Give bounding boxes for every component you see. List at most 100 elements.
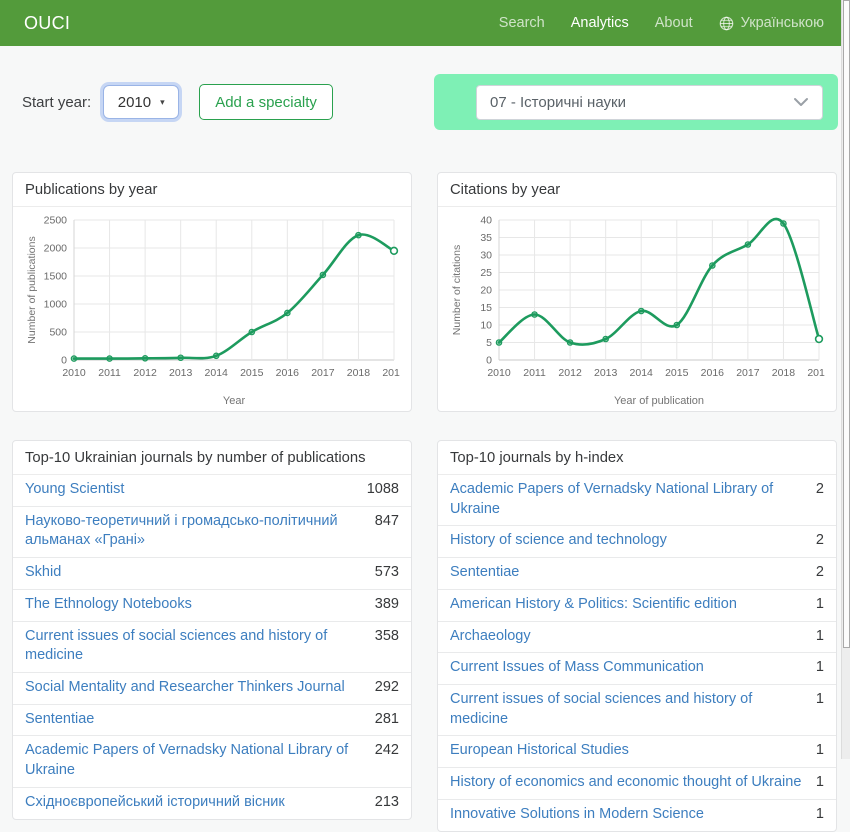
journal-link[interactable]: The Ethnology Notebooks xyxy=(25,595,206,615)
svg-text:2014: 2014 xyxy=(630,367,654,379)
language-label: Українською xyxy=(741,15,824,31)
specialty-selected-value: 07 - Історичні науки xyxy=(490,94,793,111)
tables-row: Top-10 Ukrainian journals by number of p… xyxy=(0,440,850,832)
filters-bar: Start year: 2010 ▾ Add a specialty 07 - … xyxy=(0,74,850,130)
table-rows: Academic Papers of Vernadsky National Li… xyxy=(438,475,836,831)
scrollbar-thumb[interactable] xyxy=(843,0,850,648)
journal-link[interactable]: Young Scientist xyxy=(25,480,138,500)
publications-chart: 0500100015002000250020102011201220132014… xyxy=(24,210,400,408)
svg-text:10: 10 xyxy=(480,320,492,332)
journal-link[interactable]: Current issues of social sciences and hi… xyxy=(25,627,375,666)
nav-item-about[interactable]: About xyxy=(655,15,693,31)
svg-text:2016: 2016 xyxy=(701,367,725,379)
row-value: 2 xyxy=(816,531,824,551)
svg-text:2013: 2013 xyxy=(169,367,193,379)
journal-link[interactable]: Archaeology xyxy=(450,627,545,647)
row-value: 1 xyxy=(816,773,824,793)
table-row: Східноєвропейський історичний вісник 213 xyxy=(13,787,411,819)
brand-logo[interactable]: OUCI xyxy=(24,13,70,34)
table-row: Academic Papers of Vernadsky National Li… xyxy=(438,475,836,525)
svg-text:2000: 2000 xyxy=(44,243,68,255)
publications-chart-card: Publications by year 0500100015002000250… xyxy=(12,172,412,412)
caret-down-icon: ▾ xyxy=(160,97,165,108)
row-value: 1088 xyxy=(367,480,399,500)
table-row: History of economics and economic though… xyxy=(438,767,836,799)
table-row: Current issues of social sciences and hi… xyxy=(438,684,836,735)
add-specialty-button[interactable]: Add a specialty xyxy=(199,84,333,120)
top-journals-publications-card: Top-10 Ukrainian journals by number of p… xyxy=(12,440,412,820)
journal-link[interactable]: Current Issues of Mass Communication xyxy=(450,658,718,678)
svg-text:2018: 2018 xyxy=(772,367,796,379)
row-value: 2 xyxy=(816,563,824,583)
row-value: 1 xyxy=(816,805,824,825)
top-nav: OUCI Search Analytics About Українською xyxy=(0,0,850,46)
charts-row: Publications by year 0500100015002000250… xyxy=(0,172,850,412)
table-row: Academic Papers of Vernadsky National Li… xyxy=(13,735,411,786)
svg-text:30: 30 xyxy=(480,250,492,262)
svg-text:20: 20 xyxy=(480,285,492,297)
row-value: 281 xyxy=(375,710,399,730)
journal-link[interactable]: Innovative Solutions in Modern Science xyxy=(450,805,718,825)
svg-text:15: 15 xyxy=(480,302,492,314)
svg-text:2013: 2013 xyxy=(594,367,618,379)
svg-text:2015: 2015 xyxy=(240,367,264,379)
row-value: 1 xyxy=(816,595,824,615)
row-value: 213 xyxy=(375,793,399,813)
row-value: 1 xyxy=(816,741,824,761)
row-value: 1 xyxy=(816,658,824,678)
journal-link[interactable]: Current issues of social sciences and hi… xyxy=(450,690,816,729)
table-row: Current Issues of Mass Communication 1 xyxy=(438,652,836,684)
chart-title: Citations by year xyxy=(438,173,836,207)
svg-text:1000: 1000 xyxy=(44,299,68,311)
table-rows: Young Scientist 1088 Науково-теоретичний і… xyxy=(13,475,411,819)
svg-text:0: 0 xyxy=(486,355,492,367)
table-row: Науково-теоретичний і громадсько-політич… xyxy=(13,506,411,557)
journal-link[interactable]: Sententiae xyxy=(25,710,108,730)
journal-link[interactable]: American History & Politics: Scientific … xyxy=(450,595,751,615)
journal-link[interactable]: Social Mentality and Researcher Thinkers… xyxy=(25,678,359,698)
table-row: Archaeology 1 xyxy=(438,621,836,653)
journal-link[interactable]: Skhid xyxy=(25,563,75,583)
svg-text:Year of publication: Year of publication xyxy=(614,395,704,407)
row-value: 389 xyxy=(375,595,399,615)
specialty-select[interactable]: 07 - Історичні науки xyxy=(476,85,823,120)
journal-link[interactable]: Науково-теоретичний і громадсько-політич… xyxy=(25,512,375,551)
svg-text:5: 5 xyxy=(486,337,492,349)
row-value: 847 xyxy=(375,512,399,532)
svg-text:2019: 2019 xyxy=(382,367,400,379)
journal-link[interactable]: European Historical Studies xyxy=(450,741,643,761)
start-year-label: Start year: xyxy=(22,94,91,111)
row-value: 292 xyxy=(375,678,399,698)
row-value: 2 xyxy=(816,480,824,500)
svg-text:2015: 2015 xyxy=(665,367,689,379)
svg-text:Year: Year xyxy=(223,395,246,407)
chevron-down-icon xyxy=(793,94,809,111)
svg-text:Number of citations: Number of citations xyxy=(451,245,463,335)
nav-item-analytics[interactable]: Analytics xyxy=(571,15,629,31)
table-row: Innovative Solutions in Modern Science 1 xyxy=(438,799,836,831)
table-row: Young Scientist 1088 xyxy=(13,475,411,506)
svg-text:40: 40 xyxy=(480,215,492,227)
journal-link[interactable]: History of economics and economic though… xyxy=(450,773,815,793)
nav-item-search[interactable]: Search xyxy=(499,15,545,31)
row-value: 1 xyxy=(816,690,824,710)
vertical-scrollbar[interactable] xyxy=(841,0,850,759)
svg-text:2016: 2016 xyxy=(276,367,300,379)
svg-text:2017: 2017 xyxy=(736,367,760,379)
journal-link[interactable]: History of science and technology xyxy=(450,531,681,551)
svg-text:2018: 2018 xyxy=(347,367,371,379)
start-year-select[interactable]: 2010 ▾ xyxy=(103,85,179,119)
journal-link[interactable]: Sententiae xyxy=(450,563,533,583)
journal-link[interactable]: Academic Papers of Vernadsky National Li… xyxy=(25,741,375,780)
citations-chart-card: Citations by year 0510152025303540201020… xyxy=(437,172,837,412)
language-switcher[interactable]: Українською xyxy=(719,15,824,31)
svg-text:1500: 1500 xyxy=(44,271,68,283)
svg-text:35: 35 xyxy=(480,232,492,244)
table-row: History of science and technology 2 xyxy=(438,525,836,557)
chart-title: Publications by year xyxy=(13,173,411,207)
journal-link[interactable]: Східноєвропейський історичний вісник xyxy=(25,793,299,813)
row-value: 1 xyxy=(816,627,824,647)
svg-text:2019: 2019 xyxy=(807,367,825,379)
svg-text:500: 500 xyxy=(49,327,67,339)
journal-link[interactable]: Academic Papers of Vernadsky National Li… xyxy=(450,480,816,519)
